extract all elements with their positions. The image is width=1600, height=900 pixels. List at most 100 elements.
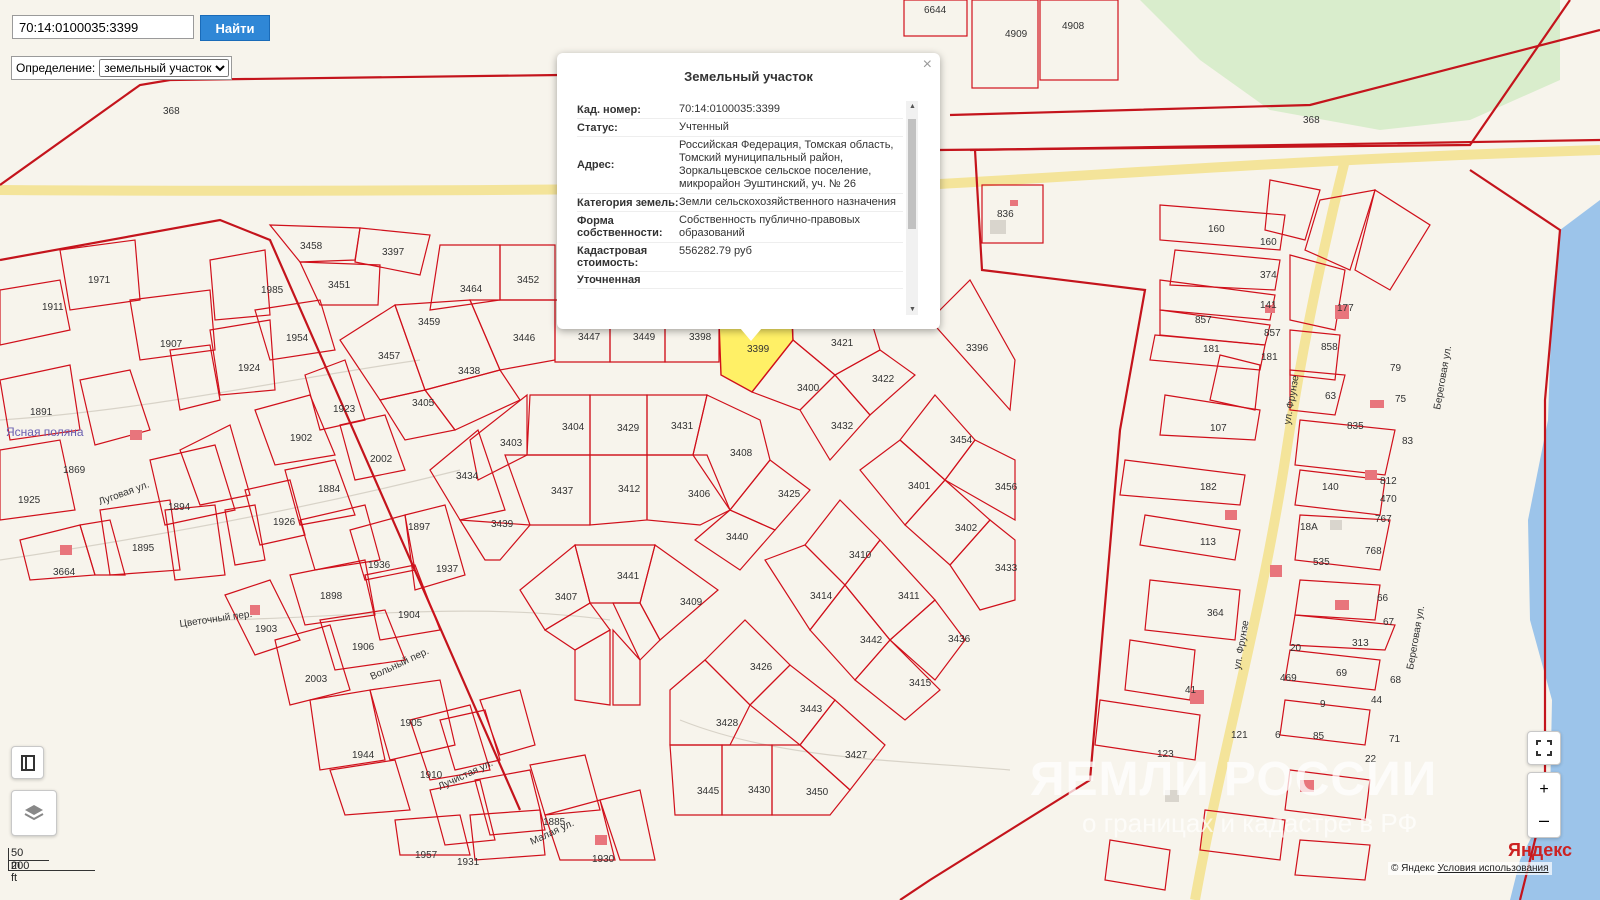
svg-text:469: 469	[1280, 673, 1297, 684]
parcel-info-popup: × Земельный участок Кад. номер: 70:14:01…	[557, 53, 940, 329]
svg-text:3664: 3664	[53, 567, 76, 578]
info-value: Собственность публично-правовых образова…	[679, 214, 861, 239]
info-row: Статус: Учтенный	[577, 119, 903, 137]
popup-scrollbar[interactable]: ▲ ▼	[906, 101, 918, 315]
watermark-subtitle: о границах и кадастре в РФ	[1082, 808, 1418, 838]
info-key: Статус:	[577, 121, 618, 134]
svg-text:3439: 3439	[491, 519, 514, 530]
svg-text:812: 812	[1380, 476, 1397, 487]
svg-text:3398: 3398	[689, 332, 712, 343]
cadastral-search-input[interactable]	[12, 15, 194, 39]
layers-button[interactable]	[11, 790, 57, 836]
svg-text:18A: 18A	[1300, 522, 1318, 533]
svg-text:1926: 1926	[273, 517, 296, 528]
search-button[interactable]: Найти	[200, 15, 270, 41]
svg-text:3438: 3438	[458, 366, 481, 377]
svg-text:20: 20	[1290, 643, 1302, 654]
copyright-text: © Яндекс	[1391, 863, 1435, 874]
yandex-logo[interactable]: Яндекс	[1508, 840, 1572, 861]
svg-text:1891: 1891	[30, 407, 53, 418]
info-row: Кадастровая стоимость: 556282.79 руб	[577, 243, 903, 272]
svg-text:3443: 3443	[800, 704, 823, 715]
scroll-thumb[interactable]	[908, 119, 916, 229]
info-key: Форма собственности:	[577, 215, 663, 239]
svg-text:3397: 3397	[382, 247, 405, 258]
scroll-down-icon[interactable]: ▼	[909, 306, 916, 313]
info-row: Уточненная	[577, 272, 903, 289]
svg-text:313: 313	[1352, 638, 1369, 649]
svg-text:374: 374	[1260, 270, 1277, 281]
svg-text:2003: 2003	[305, 674, 328, 685]
ruler-button[interactable]	[11, 746, 44, 779]
fullscreen-button[interactable]	[1527, 731, 1561, 765]
svg-text:4909: 4909	[1005, 29, 1028, 40]
svg-text:3407: 3407	[555, 592, 578, 603]
svg-text:1944: 1944	[352, 750, 375, 761]
popup-body[interactable]: Кад. номер: 70:14:0100035:3399 Статус: У…	[577, 101, 903, 317]
scroll-up-icon[interactable]: ▲	[909, 103, 916, 110]
svg-text:1907: 1907	[160, 339, 183, 350]
svg-text:160: 160	[1260, 237, 1277, 248]
svg-text:140: 140	[1322, 482, 1339, 493]
svg-text:857: 857	[1195, 315, 1212, 326]
svg-text:3442: 3442	[860, 635, 883, 646]
info-value	[679, 274, 903, 286]
svg-text:121: 121	[1231, 730, 1248, 741]
svg-text:4908: 4908	[1062, 21, 1085, 32]
definition-select[interactable]: земельный участок	[99, 59, 230, 77]
svg-text:3426: 3426	[750, 662, 773, 673]
svg-text:3441: 3441	[617, 571, 640, 582]
svg-text:182: 182	[1200, 482, 1217, 493]
svg-text:3434: 3434	[456, 471, 479, 482]
svg-text:6: 6	[1275, 730, 1281, 741]
zoom-out-icon[interactable]: –	[1539, 805, 1549, 835]
svg-text:41: 41	[1185, 685, 1197, 696]
svg-text:3412: 3412	[618, 484, 641, 495]
svg-text:3429: 3429	[617, 423, 640, 434]
svg-text:3404: 3404	[562, 422, 585, 433]
search-bar: Найти	[12, 15, 270, 41]
svg-text:6644: 6644	[924, 5, 947, 16]
close-icon[interactable]: ×	[923, 56, 932, 74]
definition-selector: Определение: земельный участок	[11, 56, 233, 80]
info-row: Категория земель: Земли сельскохозяйстве…	[577, 194, 903, 212]
svg-text:1971: 1971	[88, 275, 111, 286]
scale-imperial: 200 ft	[11, 860, 30, 884]
svg-text:3454: 3454	[950, 435, 973, 446]
svg-text:79: 79	[1390, 363, 1402, 374]
layers-icon	[24, 805, 44, 821]
svg-text:1923: 1923	[333, 404, 356, 415]
svg-text:3399: 3399	[747, 344, 770, 355]
svg-text:68: 68	[1390, 675, 1402, 686]
svg-text:3445: 3445	[697, 786, 720, 797]
svg-text:3446: 3446	[513, 333, 536, 344]
svg-text:1954: 1954	[286, 333, 309, 344]
svg-text:63: 63	[1325, 391, 1337, 402]
zoom-control[interactable]: + –	[1527, 772, 1561, 838]
svg-text:1904: 1904	[398, 610, 421, 621]
popup-pointer	[740, 328, 762, 341]
svg-text:835: 835	[1347, 421, 1364, 432]
svg-text:71: 71	[1389, 734, 1401, 745]
info-row: Форма собственности: Собственность публи…	[577, 212, 903, 243]
info-value: 70:14:0100035:3399	[679, 103, 780, 115]
svg-text:75: 75	[1395, 394, 1407, 405]
svg-text:181: 181	[1261, 352, 1278, 363]
svg-text:1902: 1902	[290, 433, 313, 444]
svg-text:768: 768	[1365, 546, 1382, 557]
svg-text:3402: 3402	[955, 523, 978, 534]
info-value: Земли сельскохозяйственного назначения	[679, 196, 896, 208]
svg-text:1911: 1911	[42, 302, 64, 313]
popup-title: Земельный участок	[684, 69, 813, 84]
svg-text:3425: 3425	[778, 489, 801, 500]
svg-text:535: 535	[1313, 557, 1330, 568]
info-value: 556282.79 руб	[679, 245, 752, 257]
ruler-icon	[20, 754, 35, 771]
svg-text:3396: 3396	[966, 343, 989, 354]
zoom-in-icon[interactable]: +	[1539, 775, 1548, 805]
terms-link[interactable]: Условия использования	[1438, 863, 1549, 874]
svg-text:3406: 3406	[688, 489, 711, 500]
svg-text:3414: 3414	[810, 591, 833, 602]
info-key: Адрес:	[577, 159, 615, 171]
info-key: Категория земель:	[577, 196, 679, 209]
